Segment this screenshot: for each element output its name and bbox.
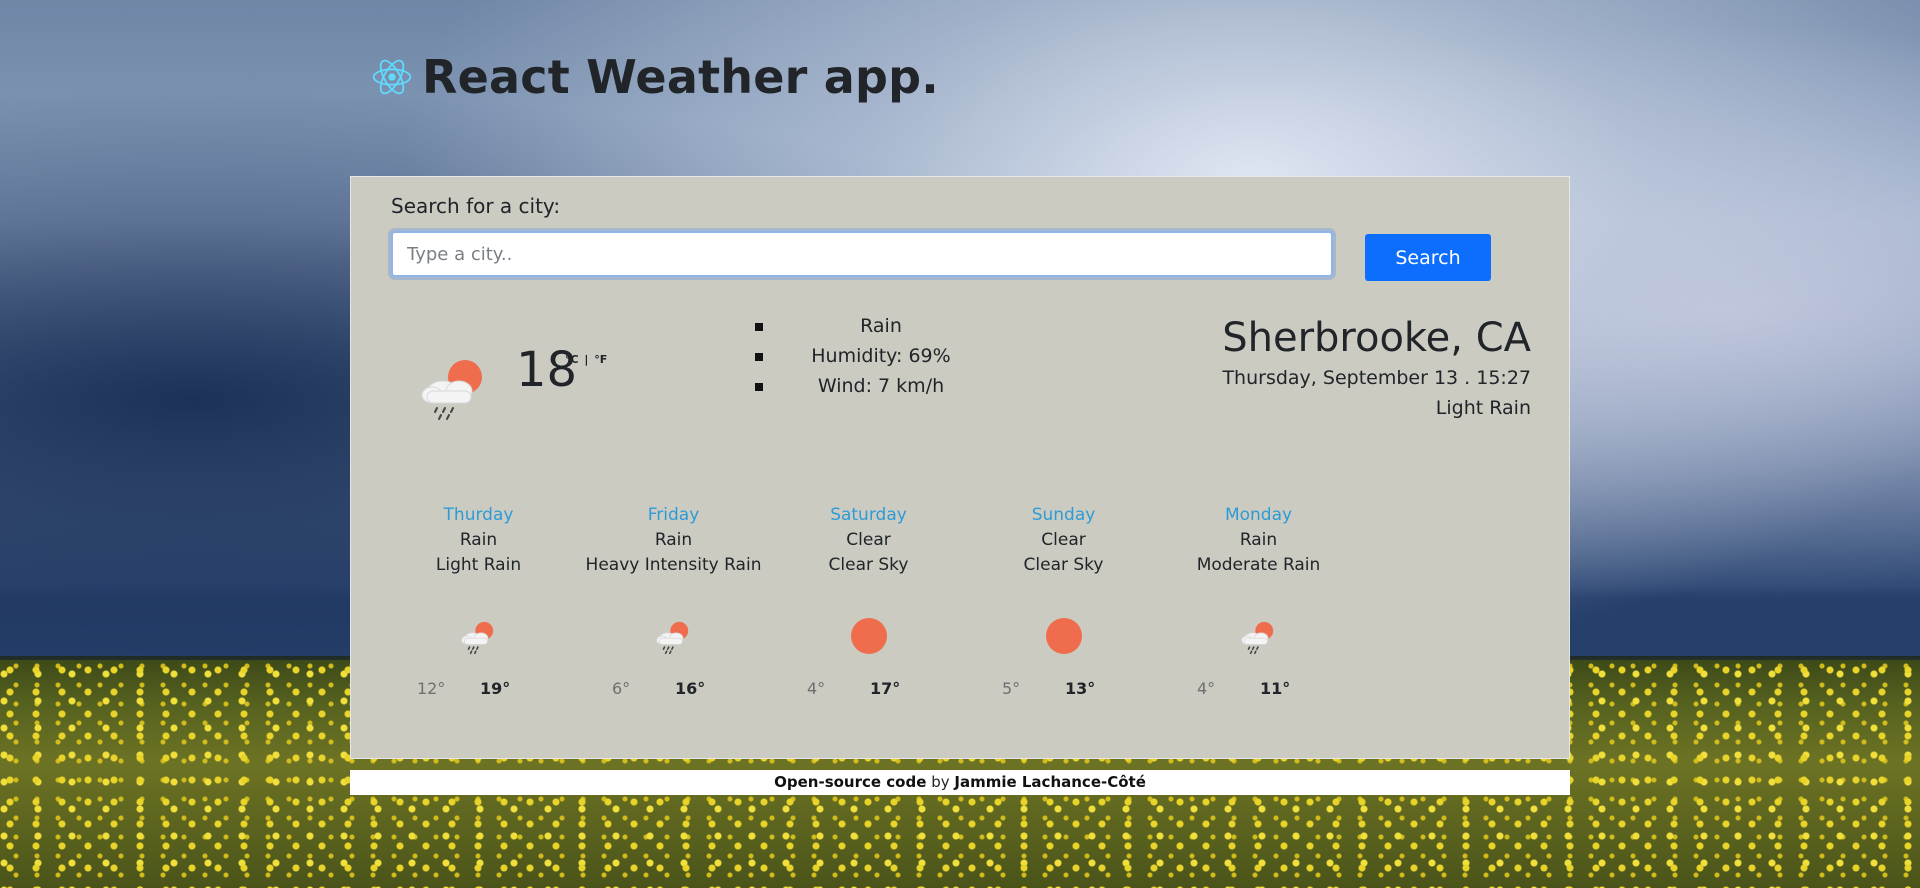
search-input[interactable] [391, 231, 1333, 277]
forecast-day: Monday Rain Moderate Rain 4° 11° [1161, 503, 1356, 733]
forecast-day-main: Rain [654, 530, 693, 550]
detail-humidity: Humidity: 69% [755, 341, 981, 371]
forecast-day-description: Moderate Rain [1196, 555, 1321, 575]
app-title: React Weather app. [422, 50, 939, 104]
detail-condition: Rain [755, 311, 981, 341]
unit-toggle: °C | °F [565, 353, 609, 366]
forecast-day: Thurday Rain Light Rain 12° 19° [381, 503, 576, 733]
forecast-day-name: Saturday [830, 505, 907, 525]
forecast-min-temp: 6° [612, 679, 631, 698]
footer-by-text: by [931, 773, 950, 791]
forecast-max-temp: 17° [870, 679, 901, 698]
forecast-day-description: Light Rain [435, 555, 522, 575]
forecast-day-description: Clear Sky [1023, 555, 1104, 575]
app-header: React Weather app. [370, 50, 939, 104]
cloud-rain-sun-icon [461, 621, 494, 655]
sun-icon [1046, 618, 1082, 654]
forecast-day-name: Friday [647, 505, 700, 525]
forecast-row: Thurday Rain Light Rain 12° 19° Friday R… [381, 503, 1356, 733]
forecast-min-temp: 12° [417, 679, 446, 698]
cloud-rain-sun-icon [1241, 621, 1274, 655]
detail-wind: Wind: 7 km/h [755, 371, 981, 401]
author-link[interactable]: Jammie Lachance-Côté [954, 773, 1146, 791]
page-background: React Weather app. Search for a city: Se… [0, 0, 1920, 888]
forecast-day-description: Heavy Intensity Rain [585, 555, 762, 575]
forecast-min-temp: 4° [1197, 679, 1216, 698]
forecast-day: Friday Rain Heavy Intensity Rain 6° 16° [576, 503, 771, 733]
current-condition: Light Rain [1435, 397, 1531, 419]
city-info: Sherbrooke, CA Thursday, September 13 . … [1222, 313, 1531, 423]
forecast-day-main: Rain [459, 530, 498, 550]
forecast-day-main: Clear [1041, 530, 1086, 550]
forecast-max-temp: 19° [480, 679, 511, 698]
forecast-day-name: Sunday [1031, 505, 1096, 525]
fahrenheit-link[interactable]: °F [594, 353, 607, 366]
react-atom-icon [372, 59, 412, 95]
forecast-max-temp: 16° [675, 679, 706, 698]
forecast-day: Sunday Clear Clear Sky 5° 13° [966, 503, 1161, 733]
current-datetime: Thursday, September 13 . 15:27 [1222, 367, 1531, 389]
forecast-day-main: Rain [1239, 530, 1278, 550]
footer: Open-source code by Jammie Lachance-Côté [350, 770, 1570, 795]
current-temperature: 18 [516, 342, 578, 398]
forecast-day-description: Clear Sky [828, 555, 909, 575]
cloud-rain-sun-icon [656, 621, 689, 655]
forecast-day-name: Monday [1224, 505, 1293, 525]
search-label: Search for a city: [391, 194, 561, 218]
search-button[interactable]: Search [1365, 234, 1491, 281]
forecast-min-temp: 4° [807, 679, 826, 698]
weather-details-list: Rain Humidity: 69% Wind: 7 km/h [755, 311, 981, 401]
forecast-max-temp: 13° [1065, 679, 1096, 698]
forecast-day-main: Clear [846, 530, 891, 550]
weather-panel: Search for a city: Search 18 °C | °F [350, 176, 1570, 759]
celsius-link[interactable]: °C [565, 353, 579, 366]
sun-icon [851, 618, 887, 654]
city-name: Sherbrooke, CA [1222, 315, 1531, 361]
cloud-rain-sun-icon [421, 360, 482, 420]
forecast-day-name: Thurday [443, 505, 514, 525]
forecast-day: Saturday Clear Clear Sky 4° 17° [771, 503, 966, 733]
open-source-link[interactable]: Open-source code [774, 773, 926, 791]
unit-separator: | [584, 353, 589, 366]
forecast-min-temp: 5° [1002, 679, 1021, 698]
forecast-max-temp: 11° [1260, 679, 1291, 698]
